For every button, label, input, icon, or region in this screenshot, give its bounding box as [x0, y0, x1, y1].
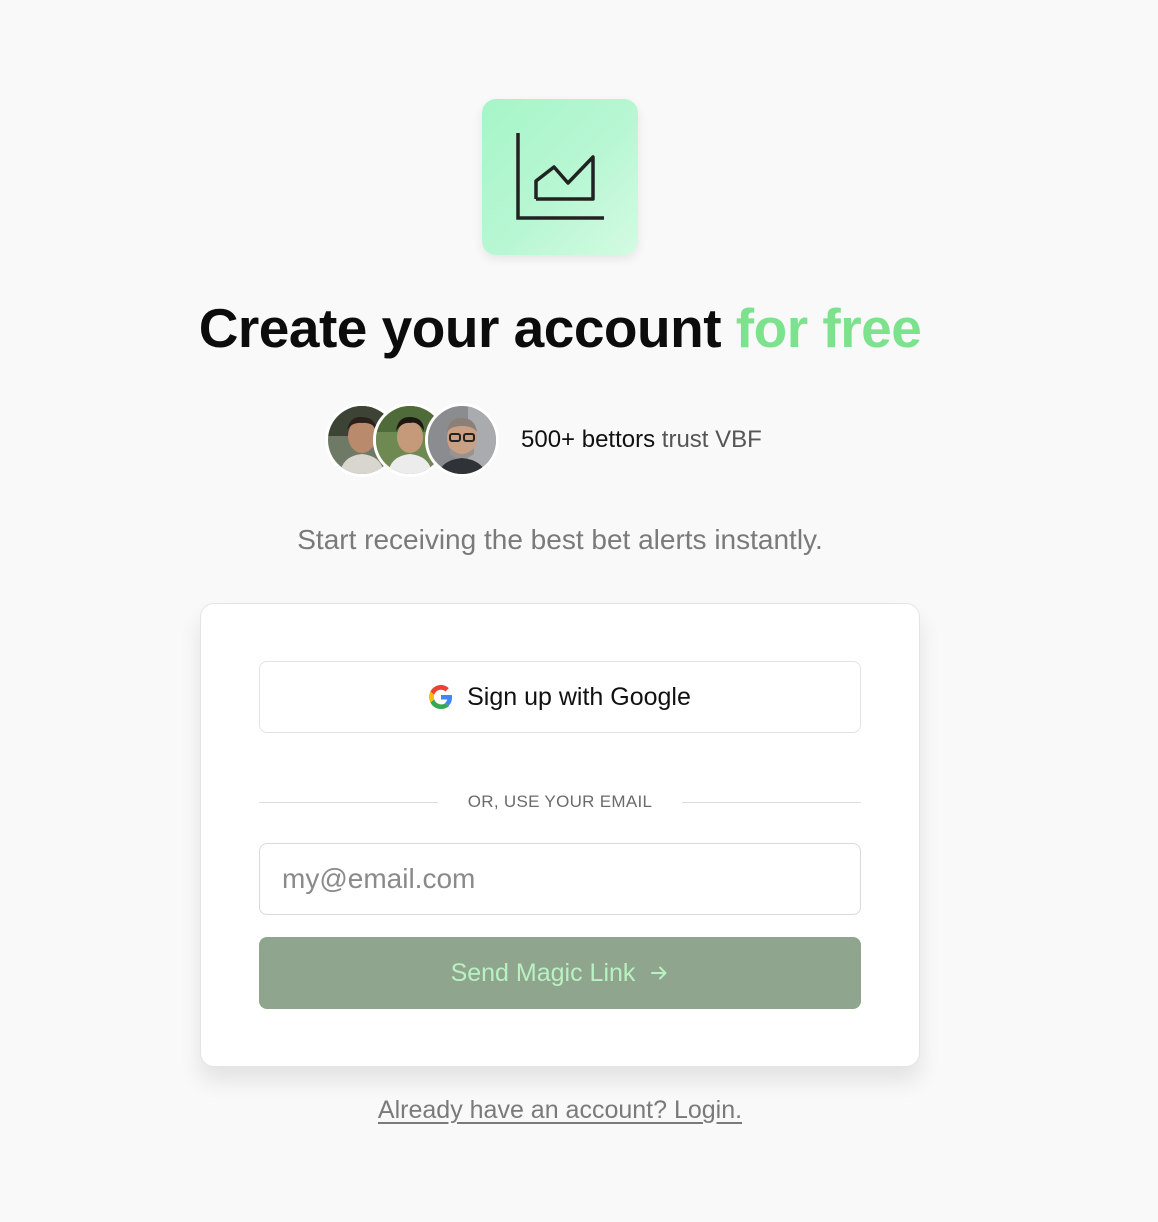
app-logo	[482, 99, 638, 255]
trust-text: 500+ bettors trust VBF	[521, 426, 762, 454]
title-accent: for free	[735, 297, 922, 359]
signup-page: Create your account for free 500+ bettor…	[0, 0, 1158, 1222]
magic-button-label: Send Magic Link	[450, 958, 636, 987]
area-chart-icon	[516, 133, 604, 220]
divider-line-left	[259, 801, 438, 803]
send-magic-link-button[interactable]: Send Magic Link	[259, 937, 861, 1009]
divider-line-right	[682, 801, 862, 803]
page-title: Create your account for free	[0, 293, 1120, 363]
or-divider: OR, USE YOUR EMAIL	[259, 790, 862, 814]
login-link[interactable]: Already have an account? Login.	[0, 1096, 1120, 1125]
social-proof: 500+ bettors trust VBF	[325, 403, 762, 477]
user-avatar-3	[428, 406, 496, 474]
bettors-count: 500+ bettors	[521, 426, 656, 453]
google-button-label: Sign up with Google	[467, 682, 691, 711]
title-main: Create your account	[198, 297, 736, 359]
email-input[interactable]	[259, 843, 861, 915]
trust-suffix: trust VBF	[655, 426, 762, 453]
google-signup-button[interactable]: Sign up with Google	[259, 661, 861, 733]
arrow-right-icon	[649, 963, 669, 983]
page-subtitle: Start receiving the best bet alerts inst…	[297, 524, 823, 555]
google-icon	[429, 685, 453, 709]
avatar-stack	[325, 403, 501, 477]
signup-card: Sign up with Google OR, USE YOUR EMAIL S…	[200, 603, 920, 1067]
divider-text: OR, USE YOUR EMAIL	[467, 792, 653, 811]
avatar	[425, 403, 499, 477]
